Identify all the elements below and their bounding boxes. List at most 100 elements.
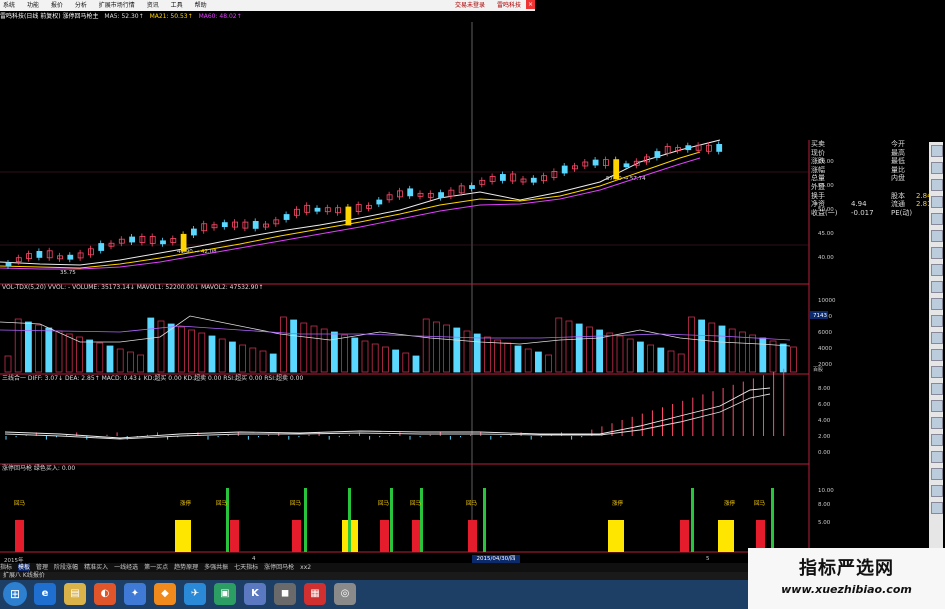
indicator-tab[interactable]: 七天指标: [234, 564, 258, 571]
menu-item-help[interactable]: 帮助: [195, 2, 207, 9]
menu-item-quote[interactable]: 报价: [51, 2, 63, 9]
indicator-tab[interactable]: 一线经选: [114, 564, 138, 571]
toolbar-icon[interactable]: [931, 366, 943, 378]
candle-body: [293, 208, 300, 216]
indicator-tab[interactable]: 阶段涨幅: [54, 564, 78, 571]
app-icon[interactable]: ▣: [214, 583, 236, 605]
diff-line: [4, 387, 771, 439]
toolbar-icon[interactable]: [931, 196, 943, 208]
watermark: 指标严选网 www.xuezhibiao.com: [748, 548, 945, 609]
menu-item-system[interactable]: 系统: [3, 2, 15, 9]
app-icon[interactable]: ◼: [274, 583, 296, 605]
volume-bar: [177, 326, 185, 373]
volume-bar: [616, 335, 624, 373]
signal-green-bar: [226, 488, 229, 552]
candle-body: [561, 165, 568, 174]
toolbar-icon[interactable]: [931, 298, 943, 310]
toolbar-icon[interactable]: [931, 468, 943, 480]
indicator-tab[interactable]: 模板: [18, 564, 31, 571]
candle-body: [190, 228, 197, 236]
candle-body: [118, 238, 125, 244]
toolbar-icon[interactable]: [931, 247, 943, 259]
app-icon[interactable]: ◎: [334, 583, 356, 605]
volume-bar: [535, 351, 542, 373]
volume-bar: [320, 328, 328, 373]
volume-bar: [657, 347, 665, 373]
candle-body: [252, 221, 259, 229]
toolbar-icon[interactable]: [931, 434, 943, 446]
app-icon[interactable]: K: [244, 583, 266, 605]
info-row: 现价 最高: [811, 149, 939, 158]
candle-body: [499, 174, 506, 181]
menu-item-analysis[interactable]: 分析: [75, 2, 87, 9]
ie-icon[interactable]: e: [34, 583, 56, 605]
candle-body: [139, 236, 146, 243]
volume-bar: [218, 338, 226, 373]
menu-item-tools[interactable]: 工具: [171, 2, 183, 9]
candle-body: [541, 175, 547, 182]
start-button[interactable]: ⊞: [3, 582, 27, 606]
candle-body: [520, 178, 527, 183]
toolbar-icon[interactable]: [931, 264, 943, 276]
stock-name-link[interactable]: 雷鸣科技: [497, 2, 521, 9]
candle-body: [5, 262, 12, 267]
candle-body: [530, 177, 537, 183]
indicator-tab[interactable]: 指标: [0, 564, 12, 571]
toolbar-icon[interactable]: [931, 315, 943, 327]
folder-icon[interactable]: ▤: [64, 583, 86, 605]
app-icon[interactable]: ◆: [154, 583, 176, 605]
candle-body: [221, 222, 228, 228]
app-icon[interactable]: ✈: [184, 583, 206, 605]
toolbar-icon[interactable]: [931, 349, 943, 361]
candle-body: [170, 238, 177, 243]
chart-area[interactable]: 60.00 55.00 50.00 45.00 40.00 57.60 → 57…: [0, 22, 945, 563]
indicator-tab[interactable]: 趋势原理: [174, 564, 198, 571]
close-button[interactable]: ×: [526, 0, 535, 9]
toolbar-icon[interactable]: [931, 485, 943, 497]
toolbar-icon[interactable]: [931, 502, 943, 514]
volume-bar: [545, 354, 552, 373]
candle-body: [438, 192, 445, 199]
volume-bar: [637, 341, 644, 373]
indicator-tab[interactable]: 管理: [36, 564, 48, 571]
app-icon[interactable]: ✦: [124, 583, 146, 605]
info-key: 净资: [811, 200, 825, 209]
media-player-icon[interactable]: ◐: [94, 583, 116, 605]
toolbar-icon[interactable]: [931, 400, 943, 412]
toolbar-icon[interactable]: [931, 451, 943, 463]
toolbar-icon[interactable]: [931, 179, 943, 191]
menu-item-news[interactable]: 资讯: [147, 2, 159, 9]
volume-bar: [45, 327, 53, 373]
selected-date: 2015/04/30/四: [472, 555, 520, 563]
toolbar-icon[interactable]: [931, 281, 943, 293]
toolbar-icon[interactable]: [931, 332, 943, 344]
toolbar-icon[interactable]: [931, 383, 943, 395]
candles: [5, 141, 723, 269]
volume-bar: [137, 354, 145, 373]
menu-item-extended-market[interactable]: 扩展市场行情: [99, 2, 135, 9]
info-value: -0.017: [851, 208, 874, 217]
volume-bar: [147, 317, 155, 373]
indicator-tab[interactable]: xx2: [300, 564, 311, 571]
volume-bar: [392, 349, 400, 373]
volume-bar: [351, 337, 359, 373]
volume-bar: [65, 333, 73, 373]
indicator-tab[interactable]: 多强共振: [204, 564, 228, 571]
volume-bar: [524, 348, 532, 373]
info-value: [851, 149, 891, 158]
candle-body: [603, 159, 609, 167]
macd-tick: 6.00: [818, 402, 831, 408]
indicator-tab[interactable]: 第一买点: [144, 564, 168, 571]
toolbar-icon[interactable]: [931, 213, 943, 225]
toolbar-icon[interactable]: [931, 145, 943, 157]
indicator-tab[interactable]: 精准买入: [84, 564, 108, 571]
trade-login-status[interactable]: 交易未登录: [455, 2, 485, 9]
toolbar-icon[interactable]: [931, 162, 943, 174]
indicator-tab[interactable]: 涨停回马枪: [264, 564, 294, 571]
menu-item-function[interactable]: 功能: [27, 2, 39, 9]
toolbar-icon[interactable]: [931, 417, 943, 429]
volume-bar: [106, 345, 114, 373]
toolbar-icon[interactable]: [931, 230, 943, 242]
trading-app-icon[interactable]: ▦: [304, 583, 326, 605]
volume-bar: [188, 329, 196, 373]
